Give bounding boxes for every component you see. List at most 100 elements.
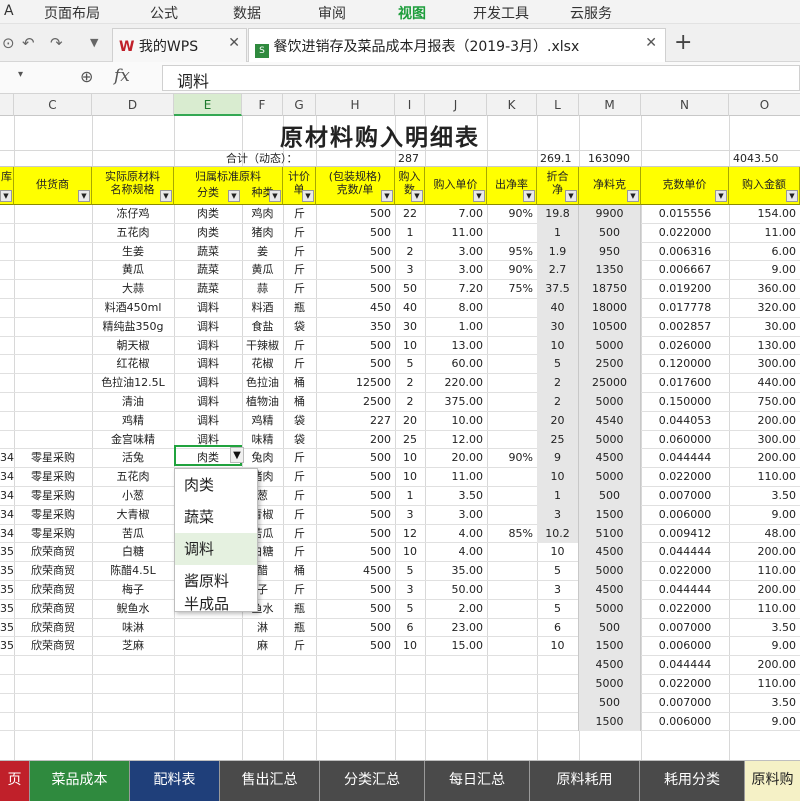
cell-o[interactable]: 200.00: [729, 543, 800, 562]
cell-c[interactable]: [14, 374, 92, 393]
cell-m[interactable]: 5100: [579, 524, 641, 544]
cell-b[interactable]: 35: [0, 581, 14, 600]
cell-b[interactable]: [0, 374, 14, 393]
cell-m[interactable]: 4540: [579, 411, 641, 431]
cell-h[interactable]: 500: [316, 637, 395, 656]
cell-l[interactable]: 2: [537, 374, 579, 393]
cell-c[interactable]: [14, 431, 92, 450]
cell-k[interactable]: 95%: [487, 243, 537, 262]
cell-c[interactable]: 欣荣商贸: [14, 581, 92, 600]
cell-h[interactable]: 500: [316, 205, 395, 224]
cell-k[interactable]: [487, 713, 537, 732]
cell-o[interactable]: 110.00: [729, 675, 800, 694]
filter-dropdown-icon[interactable]: ▼: [786, 190, 798, 202]
cell-g[interactable]: 袋: [283, 412, 316, 431]
cell-o[interactable]: 9.00: [729, 637, 800, 656]
cell-d[interactable]: 陈醋4.5L: [92, 562, 174, 581]
cell-d[interactable]: 黄瓜: [92, 261, 174, 280]
cell-g[interactable]: 桶: [283, 562, 316, 581]
cell-i[interactable]: 30: [395, 318, 425, 337]
undo-icon[interactable]: ↶: [22, 34, 35, 52]
cell-l[interactable]: 5: [537, 562, 579, 581]
cell-k[interactable]: [487, 374, 537, 393]
cell-n[interactable]: 0.007000: [641, 619, 729, 638]
cell-l[interactable]: 30: [537, 317, 579, 337]
cell-b[interactable]: [0, 656, 14, 675]
cell-d[interactable]: 五花肉: [92, 224, 174, 243]
cell-g[interactable]: 桶: [283, 374, 316, 393]
cell-c[interactable]: 零星采购: [14, 506, 92, 525]
cell-m[interactable]: 18000: [579, 299, 641, 318]
cell-c[interactable]: [14, 393, 92, 412]
column-header-e[interactable]: E: [174, 94, 242, 116]
column-header-n[interactable]: N: [641, 94, 729, 116]
cell-b[interactable]: [0, 431, 14, 450]
dropdown-option-seasoning[interactable]: 调料: [175, 533, 257, 565]
cell-i[interactable]: 3: [395, 581, 425, 600]
cell-e[interactable]: [174, 694, 242, 713]
filter-dropdown-icon[interactable]: ▼: [381, 190, 393, 202]
cell-j[interactable]: 375.00: [425, 393, 487, 412]
cell-k[interactable]: [487, 487, 537, 506]
cell-m[interactable]: 4500: [579, 543, 641, 563]
cell-j[interactable]: [425, 675, 487, 694]
cell-b[interactable]: [0, 355, 14, 374]
cell-b[interactable]: 35: [0, 637, 14, 656]
cell-o[interactable]: 130.00: [729, 337, 800, 356]
cell-n[interactable]: 0.022000: [641, 224, 729, 243]
cell-k[interactable]: [487, 506, 537, 525]
cell-c[interactable]: 欣荣商贸: [14, 637, 92, 656]
cell-o[interactable]: 440.00: [729, 374, 800, 393]
cell-l[interactable]: 25: [537, 430, 579, 450]
cell-h[interactable]: 500: [316, 600, 395, 619]
cell-c[interactable]: [14, 337, 92, 356]
cell-h[interactable]: 500: [316, 355, 395, 374]
cell-n[interactable]: 0.060000: [641, 431, 729, 450]
cell-c[interactable]: [14, 656, 92, 675]
cell-g[interactable]: 桶: [283, 393, 316, 412]
cell-c[interactable]: 零星采购: [14, 449, 92, 468]
cell-l[interactable]: 10: [537, 468, 579, 487]
cell-f[interactable]: 植物油: [242, 393, 283, 412]
cell-c[interactable]: [14, 224, 92, 243]
cell-j[interactable]: 35.00: [425, 562, 487, 581]
filter-dropdown-icon[interactable]: ▼: [269, 190, 281, 202]
dropdown-option-meat[interactable]: 肉类: [175, 469, 257, 501]
cell-d[interactable]: [92, 656, 174, 675]
cell-l[interactable]: 37.5: [537, 280, 579, 299]
cell-c[interactable]: [14, 261, 92, 280]
cell-n[interactable]: 0.120000: [641, 355, 729, 374]
cell-o[interactable]: 11.00: [729, 224, 800, 243]
menu-review[interactable]: 审阅: [318, 3, 346, 23]
cell-h[interactable]: 500: [316, 449, 395, 468]
cell-n[interactable]: 0.007000: [641, 487, 729, 506]
cell-j[interactable]: 4.00: [425, 543, 487, 562]
cell-f[interactable]: 黄瓜: [242, 261, 283, 280]
cell-f[interactable]: 鸡精: [242, 412, 283, 431]
cell-m[interactable]: 1500: [579, 637, 641, 657]
cell-m[interactable]: 9900: [579, 205, 641, 224]
cell-o[interactable]: 360.00: [729, 280, 800, 299]
menu-developer[interactable]: 开发工具: [473, 3, 529, 23]
cell-o[interactable]: 200.00: [729, 412, 800, 431]
cell-n[interactable]: 0.006316: [641, 243, 729, 262]
cell-j[interactable]: 3.50: [425, 487, 487, 506]
cell-f[interactable]: 姜: [242, 243, 283, 262]
cell-o[interactable]: 110.00: [729, 468, 800, 487]
cell-b[interactable]: [0, 299, 14, 318]
cell-k[interactable]: [487, 581, 537, 600]
cell-n[interactable]: 0.006000: [641, 506, 729, 525]
cell-n[interactable]: 0.006000: [641, 637, 729, 656]
menu-page-layout[interactable]: 页面布局: [44, 3, 100, 23]
cell-e[interactable]: 调料: [174, 412, 242, 431]
cell-l[interactable]: 10: [537, 336, 579, 356]
cell-k[interactable]: 75%: [487, 280, 537, 299]
cell-o[interactable]: 9.00: [729, 506, 800, 525]
filter-dropdown-icon[interactable]: ▼: [523, 190, 535, 202]
menu-view[interactable]: 视图: [398, 3, 426, 23]
cell-g[interactable]: [283, 675, 316, 694]
cell-d[interactable]: [92, 675, 174, 694]
cell-d[interactable]: 活兔: [92, 449, 174, 468]
cell-m[interactable]: 5000: [579, 468, 641, 487]
cell-j[interactable]: 13.00: [425, 337, 487, 356]
